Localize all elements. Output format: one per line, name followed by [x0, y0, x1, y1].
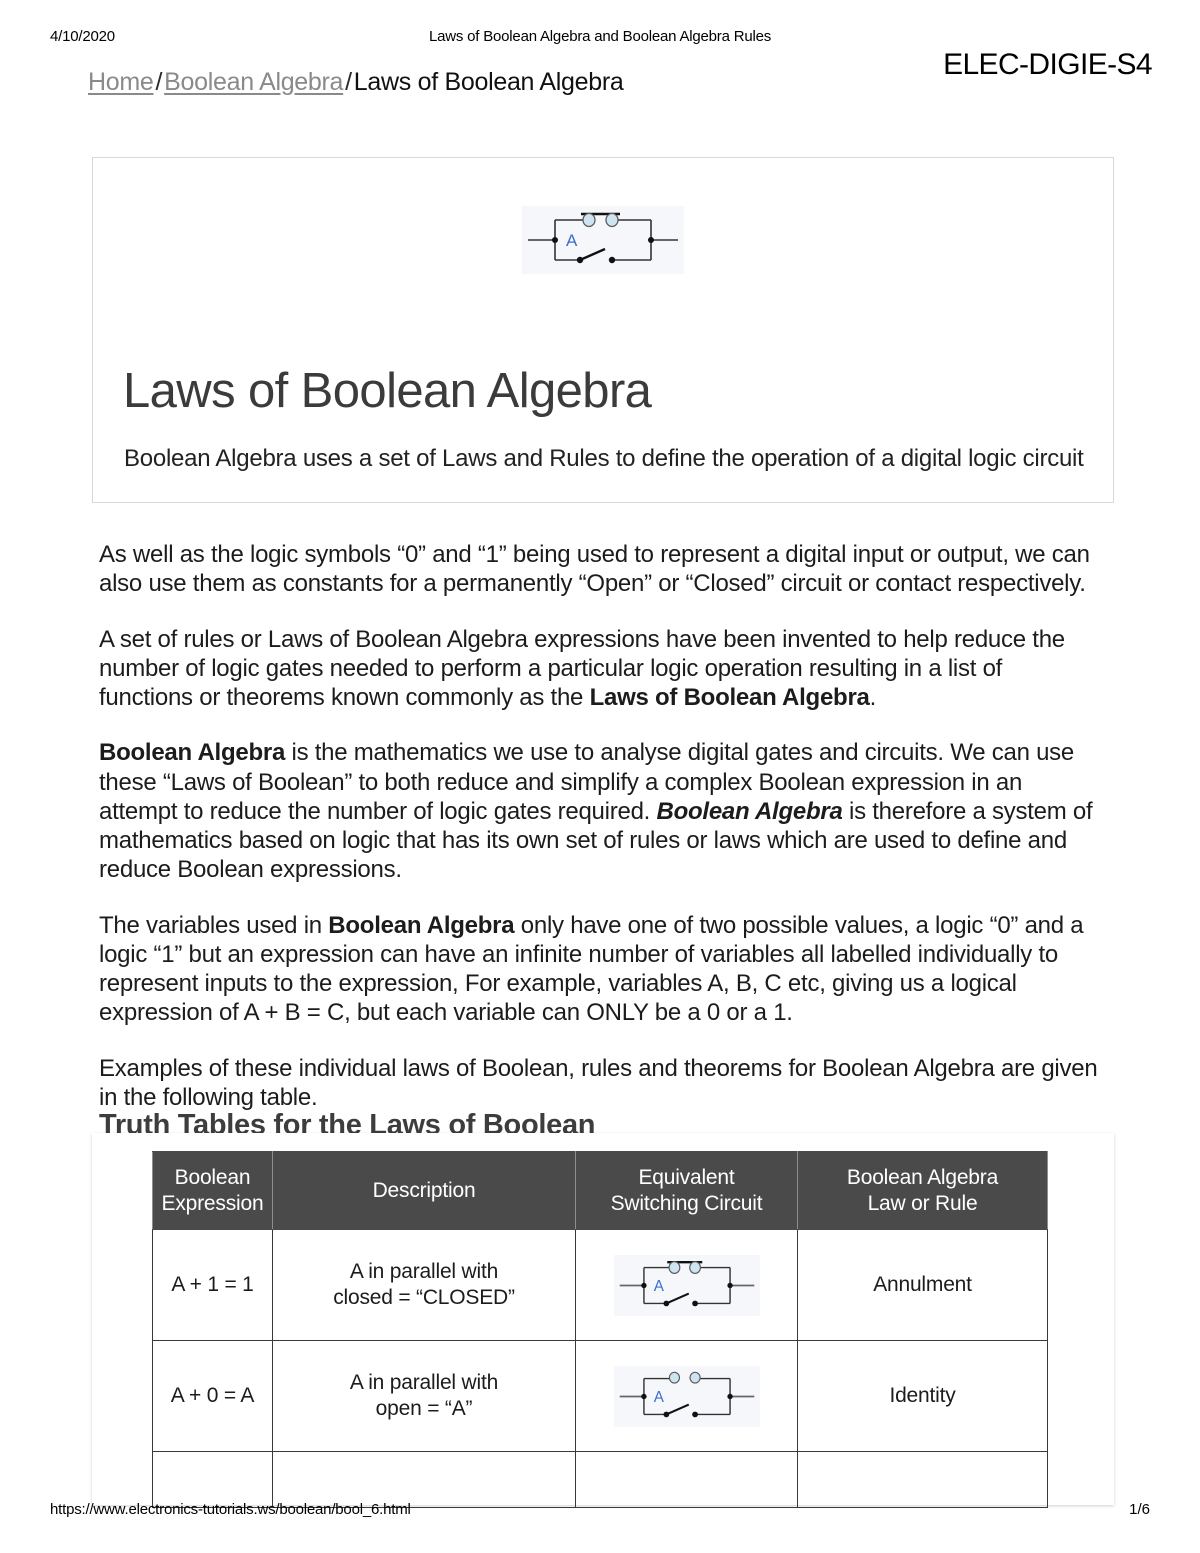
cell-law-or-rule: Identity	[797, 1340, 1048, 1452]
cell-switching-circuit-empty	[575, 1451, 798, 1508]
column-header-law-line1: Boolean Algebra	[846, 1165, 999, 1189]
paragraph-3-emphasis-lead: Boolean Algebra	[99, 739, 286, 767]
cell-description-empty	[272, 1451, 576, 1508]
breadcrumb-link-boolean-algebra[interactable]: Boolean Algebra	[164, 68, 343, 96]
footer-source-url: https://www.electronics-tutorials.ws/boo…	[50, 1501, 411, 1518]
parallel-closed-switch-icon: A	[613, 1254, 760, 1316]
circuit-label-a: A	[566, 231, 578, 250]
paragraph-4-emphasis: Boolean Algebra	[328, 911, 515, 939]
column-header-switching-circuit-line1: Equivalent	[638, 1165, 735, 1189]
cell-description-line1: A in parallel with	[349, 1259, 499, 1283]
cell-switching-circuit: A	[575, 1229, 798, 1341]
breadcrumb-current-page: Laws of Boolean Algebra	[353, 68, 624, 96]
paragraph-2-text-a: A set of rules or Laws of Boolean Algebr…	[99, 625, 1065, 712]
paragraph-2-text-b: .	[869, 684, 877, 712]
cell-boolean-expression-empty	[152, 1451, 273, 1508]
print-page-title: Laws of Boolean Algebra and Boolean Alge…	[428, 28, 772, 45]
page-title: Laws of Boolean Algebra	[123, 363, 652, 418]
paragraph-2: A set of rules or Laws of Boolean Algebr…	[99, 625, 1099, 713]
column-header-law-line2: Law or Rule	[867, 1191, 978, 1215]
article-body: As well as the logic symbols “0” and “1”…	[99, 540, 1099, 1138]
paragraph-3: Boolean Algebra is the mathematics we us…	[99, 738, 1099, 884]
table-header-row: Boolean Expression Description Equivalen…	[152, 1151, 1048, 1230]
paragraph-5-text: Examples of these individual laws of Boo…	[99, 1054, 1098, 1111]
paragraph-2-emphasis: Laws of Boolean Algebra	[589, 684, 870, 712]
table-row-truncated	[152, 1451, 1048, 1508]
column-header-description: Description	[272, 1151, 576, 1230]
cell-boolean-expression: A + 1 = 1	[152, 1229, 273, 1341]
column-header-boolean-expression-line2: Expression	[161, 1191, 264, 1215]
breadcrumb: Home/Boolean Algebra/Laws of Boolean Alg…	[88, 68, 624, 97]
cell-description-line1: A in parallel with	[349, 1370, 499, 1394]
parallel-closed-switch-icon: A	[528, 212, 678, 264]
breadcrumb-separator-1: /	[155, 68, 163, 96]
truth-table-container: Boolean Expression Description Equivalen…	[92, 1133, 1114, 1508]
breadcrumb-link-home[interactable]: Home	[88, 68, 154, 96]
truth-table: Boolean Expression Description Equivalen…	[152, 1151, 1048, 1508]
hero-card: A Laws of Boolean Algebra Boolean Algebr…	[92, 157, 1114, 503]
page-subtitle: Boolean Algebra uses a set of Laws and R…	[124, 445, 1084, 472]
page-footer: https://www.electronics-tutorials.ws/boo…	[0, 1501, 1200, 1521]
cell-law-or-rule: Annulment	[797, 1229, 1048, 1341]
cell-description: A in parallel with closed = “CLOSED”	[272, 1229, 576, 1341]
paragraph-1-text: As well as the logic symbols “0” and “1”…	[99, 541, 1090, 598]
switching-circuit-holder: A	[576, 1254, 797, 1316]
column-header-switching-circuit-line2: Switching Circuit	[610, 1191, 763, 1215]
circuit-label-a: A	[653, 1388, 664, 1405]
column-header-equivalent-switching-circuit: Equivalent Switching Circuit	[575, 1151, 798, 1230]
paragraph-3-emphasis-italic: Boolean Algebra	[656, 797, 843, 825]
paragraph-4-text-a: The variables used in	[99, 911, 329, 939]
cell-description-line2: closed = “CLOSED”	[333, 1286, 515, 1309]
cell-description-line2: open = “A”	[375, 1397, 473, 1420]
column-header-description-line1: Description	[372, 1178, 476, 1202]
column-header-boolean-expression-line1: Boolean	[174, 1165, 251, 1189]
table-row: A + 0 = A A in parallel with open = “A”	[152, 1340, 1048, 1452]
footer-page-number: 1/6	[1129, 1501, 1150, 1518]
circuit-label-a: A	[653, 1277, 664, 1294]
document-code: ELEC-DIGIE-S4	[943, 48, 1153, 81]
paragraph-1: As well as the logic symbols “0” and “1”…	[99, 540, 1099, 599]
parallel-open-switch-icon: A	[613, 1365, 760, 1427]
breadcrumb-separator-2: /	[345, 68, 352, 96]
paragraph-4: The variables used in Boolean Algebra on…	[99, 911, 1099, 1028]
print-header: 4/10/2020 Laws of Boolean Algebra and Bo…	[0, 28, 1200, 50]
cell-description: A in parallel with open = “A”	[272, 1340, 576, 1452]
column-header-boolean-expression: Boolean Expression	[152, 1151, 273, 1230]
cell-law-or-rule-empty	[797, 1451, 1048, 1508]
switching-circuit-holder: A	[576, 1365, 797, 1427]
cell-boolean-expression: A + 0 = A	[152, 1340, 273, 1452]
cell-switching-circuit: A	[575, 1340, 798, 1452]
paragraph-5: Examples of these individual laws of Boo…	[99, 1054, 1099, 1113]
hero-switching-circuit-figure: A	[522, 206, 684, 274]
column-header-boolean-algebra-law: Boolean Algebra Law or Rule	[797, 1151, 1048, 1230]
table-row: A + 1 = 1 A in parallel with closed = “C…	[152, 1229, 1048, 1341]
